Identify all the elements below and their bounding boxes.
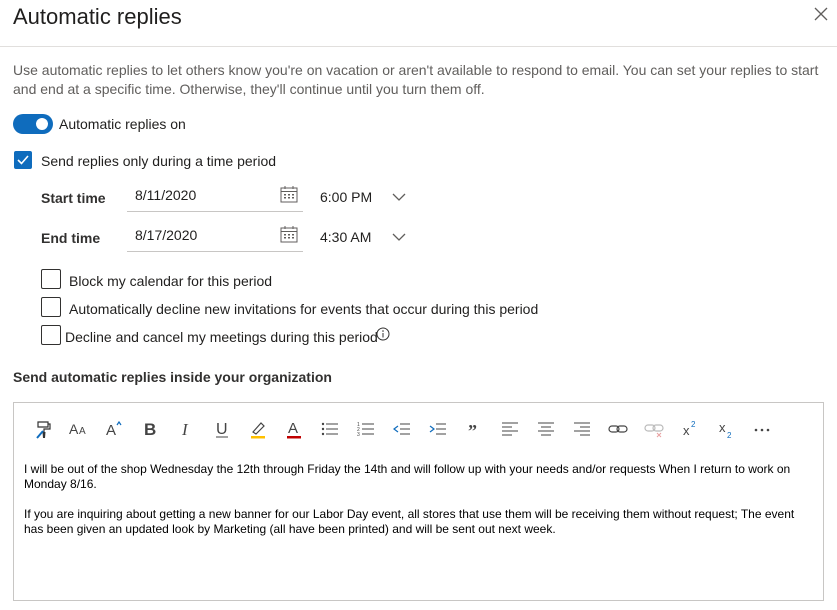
align-right-icon[interactable] <box>570 417 594 441</box>
end-time-value[interactable]: 4:30 AM <box>320 229 371 245</box>
decrease-indent-icon[interactable] <box>390 417 414 441</box>
svg-text:A: A <box>288 420 298 437</box>
more-icon[interactable] <box>750 417 774 441</box>
dialog-title: Automatic replies <box>13 4 182 29</box>
cancel-meetings-checkbox[interactable] <box>41 325 61 345</box>
svg-text:A: A <box>106 422 116 439</box>
italic-icon[interactable]: I <box>174 417 198 441</box>
highlight-icon[interactable] <box>246 417 270 441</box>
svg-text:2: 2 <box>727 431 732 439</box>
unlink-icon[interactable] <box>642 417 666 441</box>
block-calendar-label: Block my calendar for this period <box>69 273 273 289</box>
message-body[interactable]: I will be out of the shop Wednesday the … <box>24 462 816 552</box>
svg-text:A: A <box>69 421 79 437</box>
chevron-down-icon[interactable] <box>392 189 406 207</box>
numbering-icon[interactable]: 123 <box>354 417 378 441</box>
increase-indent-icon[interactable] <box>426 417 450 441</box>
start-time-value[interactable]: 6:00 PM <box>320 189 372 205</box>
info-icon[interactable] <box>376 327 390 346</box>
toggle-knob <box>36 118 48 130</box>
svg-text:x: x <box>683 423 690 438</box>
superscript-icon[interactable]: x2 <box>678 417 702 441</box>
automatic-replies-toggle[interactable] <box>13 114 53 134</box>
grow-font-icon[interactable]: A <box>103 417 127 441</box>
font-color-icon[interactable]: A <box>282 417 306 441</box>
svg-text:2: 2 <box>691 420 696 429</box>
bold-icon[interactable]: B <box>138 417 162 441</box>
quote-icon[interactable]: ” <box>462 417 486 441</box>
close-icon[interactable] <box>812 5 830 23</box>
underline-icon[interactable]: U <box>210 417 234 441</box>
svg-text:B: B <box>144 420 156 439</box>
message-paragraph: If you are inquiring about getting a new… <box>24 507 795 536</box>
description-text: Use automatic replies to let others know… <box>13 62 819 97</box>
decline-invitations-checkbox[interactable] <box>41 297 61 317</box>
start-date-value: 8/11/2020 <box>135 187 197 203</box>
bullets-icon[interactable] <box>318 417 342 441</box>
time-period-checkbox[interactable] <box>14 151 32 169</box>
inside-org-heading: Send automatic replies inside your organ… <box>13 369 332 385</box>
svg-text:A: A <box>79 426 86 437</box>
calendar-icon[interactable] <box>280 186 298 208</box>
message-editor[interactable]: AA A B I U A 123 ” x2 x 2 I will be out … <box>13 402 824 601</box>
cancel-meetings-label: Decline and cancel my meetings during th… <box>65 329 378 345</box>
start-time-label: Start time <box>41 190 106 206</box>
subscript-icon[interactable]: x2 <box>714 417 738 441</box>
start-date-input[interactable]: 8/11/2020 <box>127 182 303 212</box>
time-period-label: Send replies only during a time period <box>41 153 277 169</box>
block-calendar-checkbox[interactable] <box>41 269 61 289</box>
svg-text:3: 3 <box>357 432 360 438</box>
chevron-down-icon[interactable] <box>392 229 406 247</box>
calendar-icon[interactable] <box>280 226 298 248</box>
end-date-input[interactable]: 8/17/2020 <box>127 222 303 252</box>
toggle-label: Automatic replies on <box>59 116 186 132</box>
message-paragraph: I will be out of the shop Wednesday the … <box>24 462 791 491</box>
end-time-label: End time <box>41 230 101 246</box>
svg-text:”: ” <box>468 421 477 439</box>
end-date-value: 8/17/2020 <box>135 227 198 243</box>
font-size-icon[interactable]: AA <box>67 417 91 441</box>
link-icon[interactable] <box>606 417 630 441</box>
align-center-icon[interactable] <box>534 417 558 441</box>
svg-text:x: x <box>719 420 726 435</box>
header-divider <box>0 46 837 47</box>
svg-text:I: I <box>181 420 189 439</box>
format-painter-icon[interactable] <box>32 417 56 441</box>
svg-text:U: U <box>216 421 228 438</box>
decline-invitations-label: Automatically decline new invitations fo… <box>69 301 539 317</box>
align-left-icon[interactable] <box>498 417 522 441</box>
